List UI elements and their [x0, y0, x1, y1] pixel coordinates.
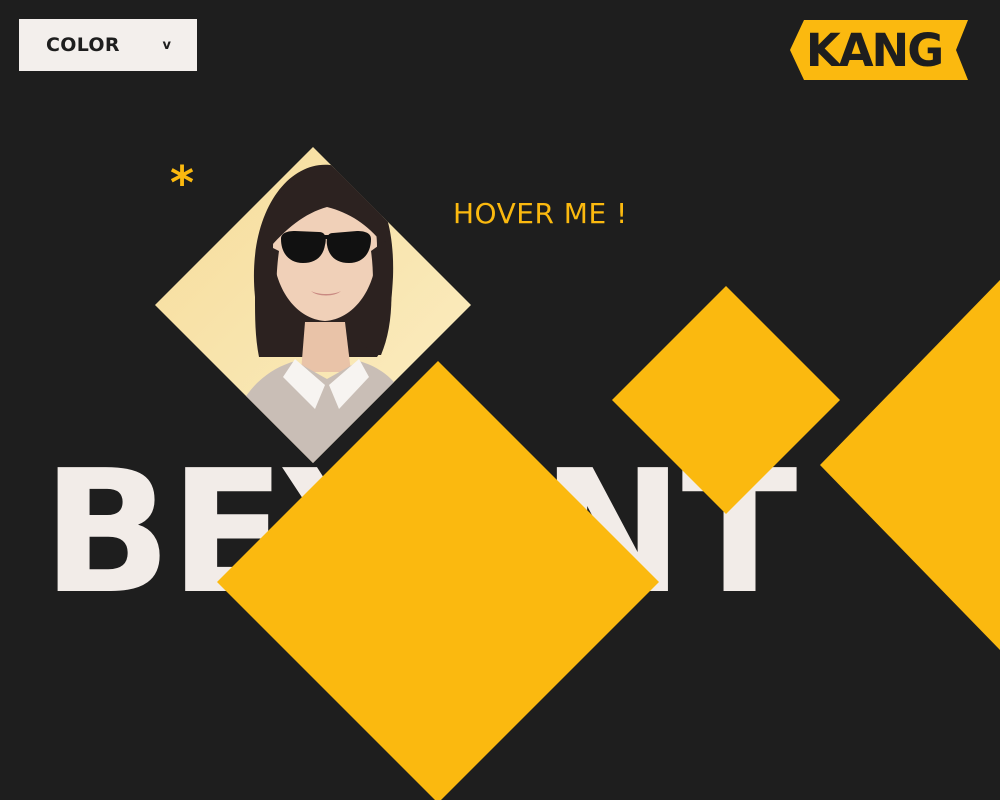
hover-me-text[interactable]: HOVER ME ! [453, 197, 628, 230]
color-dropdown[interactable]: COLOR v [19, 19, 197, 71]
logo-text: KANG [805, 23, 944, 77]
stage: BEYONT [0, 0, 1000, 800]
large-center-diamond [217, 361, 659, 800]
kang-logo[interactable]: KANG [790, 20, 968, 80]
color-dropdown-label: COLOR [46, 34, 120, 56]
asterisk-icon: * [170, 156, 195, 210]
chevron-down-icon: v [162, 37, 171, 53]
